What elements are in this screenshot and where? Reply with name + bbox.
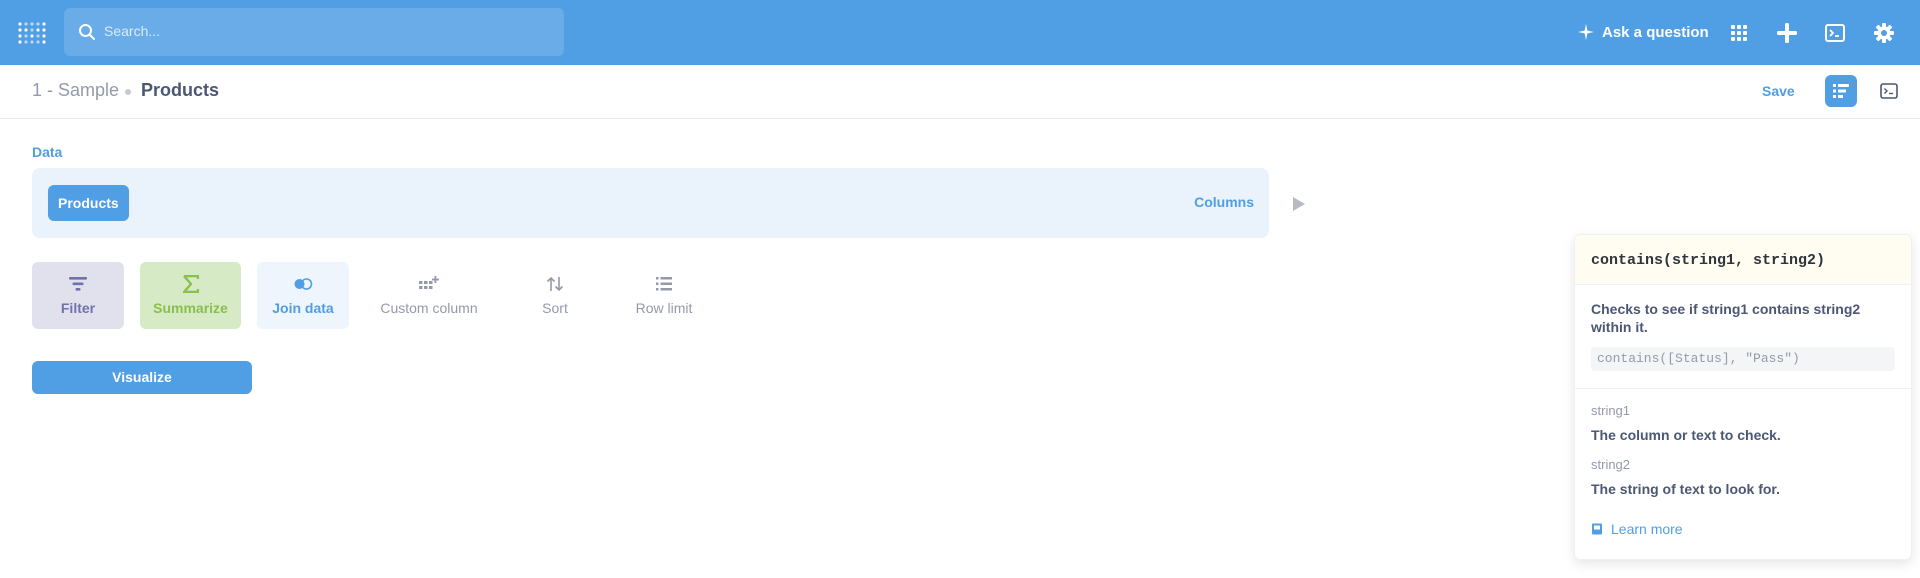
sort-arrows-icon <box>545 274 565 294</box>
filter-label: Filter <box>60 300 96 316</box>
function-example: contains([Status], "Pass") <box>1591 347 1895 371</box>
metabase-logo-icon[interactable] <box>18 20 46 44</box>
book-icon <box>1592 523 1602 535</box>
ask-question-label: Ask a question <box>1602 23 1709 41</box>
save-button[interactable]: Save <box>1762 83 1795 99</box>
function-description: Checks to see if string1 contains string… <box>1591 301 1861 335</box>
row-limit-label: Row limit <box>635 300 693 316</box>
join-icon <box>293 274 313 294</box>
visualize-button[interactable]: Visualize <box>32 361 252 394</box>
search-icon <box>79 24 95 40</box>
data-source-pill[interactable]: Products <box>48 185 129 221</box>
custom-column-label: Custom column <box>380 300 478 316</box>
sigma-icon <box>181 274 201 294</box>
sort-label: Sort <box>542 300 568 316</box>
argument-name: string1 <box>1591 403 1631 418</box>
sql-preview-icon <box>1880 83 1898 99</box>
breadcrumb-database[interactable]: 1 - Sample <box>32 80 119 101</box>
plus-icon[interactable] <box>1775 21 1799 45</box>
preview-play-icon[interactable] <box>1293 197 1305 211</box>
summarize-button[interactable]: Summarize <box>140 262 241 329</box>
argument-description: The column or text to check. <box>1591 427 1781 443</box>
sort-button[interactable]: Sort <box>520 262 590 329</box>
expression-help-popover: contains(string1, string2) Checks to see… <box>1574 234 1912 560</box>
filter-button[interactable]: Filter <box>32 262 124 329</box>
row-limit-button[interactable]: Row limit <box>618 262 710 329</box>
breadcrumb-separator <box>125 89 131 95</box>
data-step-label: Data <box>32 144 63 160</box>
summarize-label: Summarize <box>153 300 228 316</box>
function-signature: contains(string1, string2) <box>1575 235 1911 285</box>
gear-icon[interactable] <box>1872 21 1896 45</box>
notebook-toggle-button[interactable] <box>1825 75 1857 107</box>
learn-more-link[interactable]: Learn more <box>1591 521 1683 537</box>
query-header: 1 - Sample Products Save <box>0 65 1920 119</box>
join-data-label: Join data <box>272 300 334 316</box>
list-icon <box>654 274 674 294</box>
breadcrumb-table[interactable]: Products <box>141 80 219 101</box>
search-placeholder[interactable]: Search... <box>104 23 160 39</box>
ask-question-button[interactable]: Ask a question <box>1578 20 1709 44</box>
notebook-icon <box>1833 84 1849 98</box>
join-data-button[interactable]: Join data <box>257 262 349 329</box>
argument-description: The string of text to look for. <box>1591 481 1780 497</box>
argument-name: string2 <box>1591 457 1631 472</box>
custom-column-button[interactable]: Custom column <box>370 262 488 329</box>
apps-grid-icon[interactable] <box>1727 21 1751 45</box>
filter-icon <box>68 274 88 294</box>
sparkle-icon <box>1578 24 1594 40</box>
sql-editor-icon[interactable] <box>1823 21 1847 45</box>
learn-more-label: Learn more <box>1611 521 1683 537</box>
data-step-box: Products Columns <box>32 168 1269 238</box>
search-bar[interactable]: Search... <box>64 8 564 56</box>
view-sql-button[interactable] <box>1877 79 1901 103</box>
columns-picker-button[interactable]: Columns <box>1194 194 1254 210</box>
add-column-icon <box>419 274 439 294</box>
top-nav-bar: Search... Ask a question <box>0 0 1920 65</box>
